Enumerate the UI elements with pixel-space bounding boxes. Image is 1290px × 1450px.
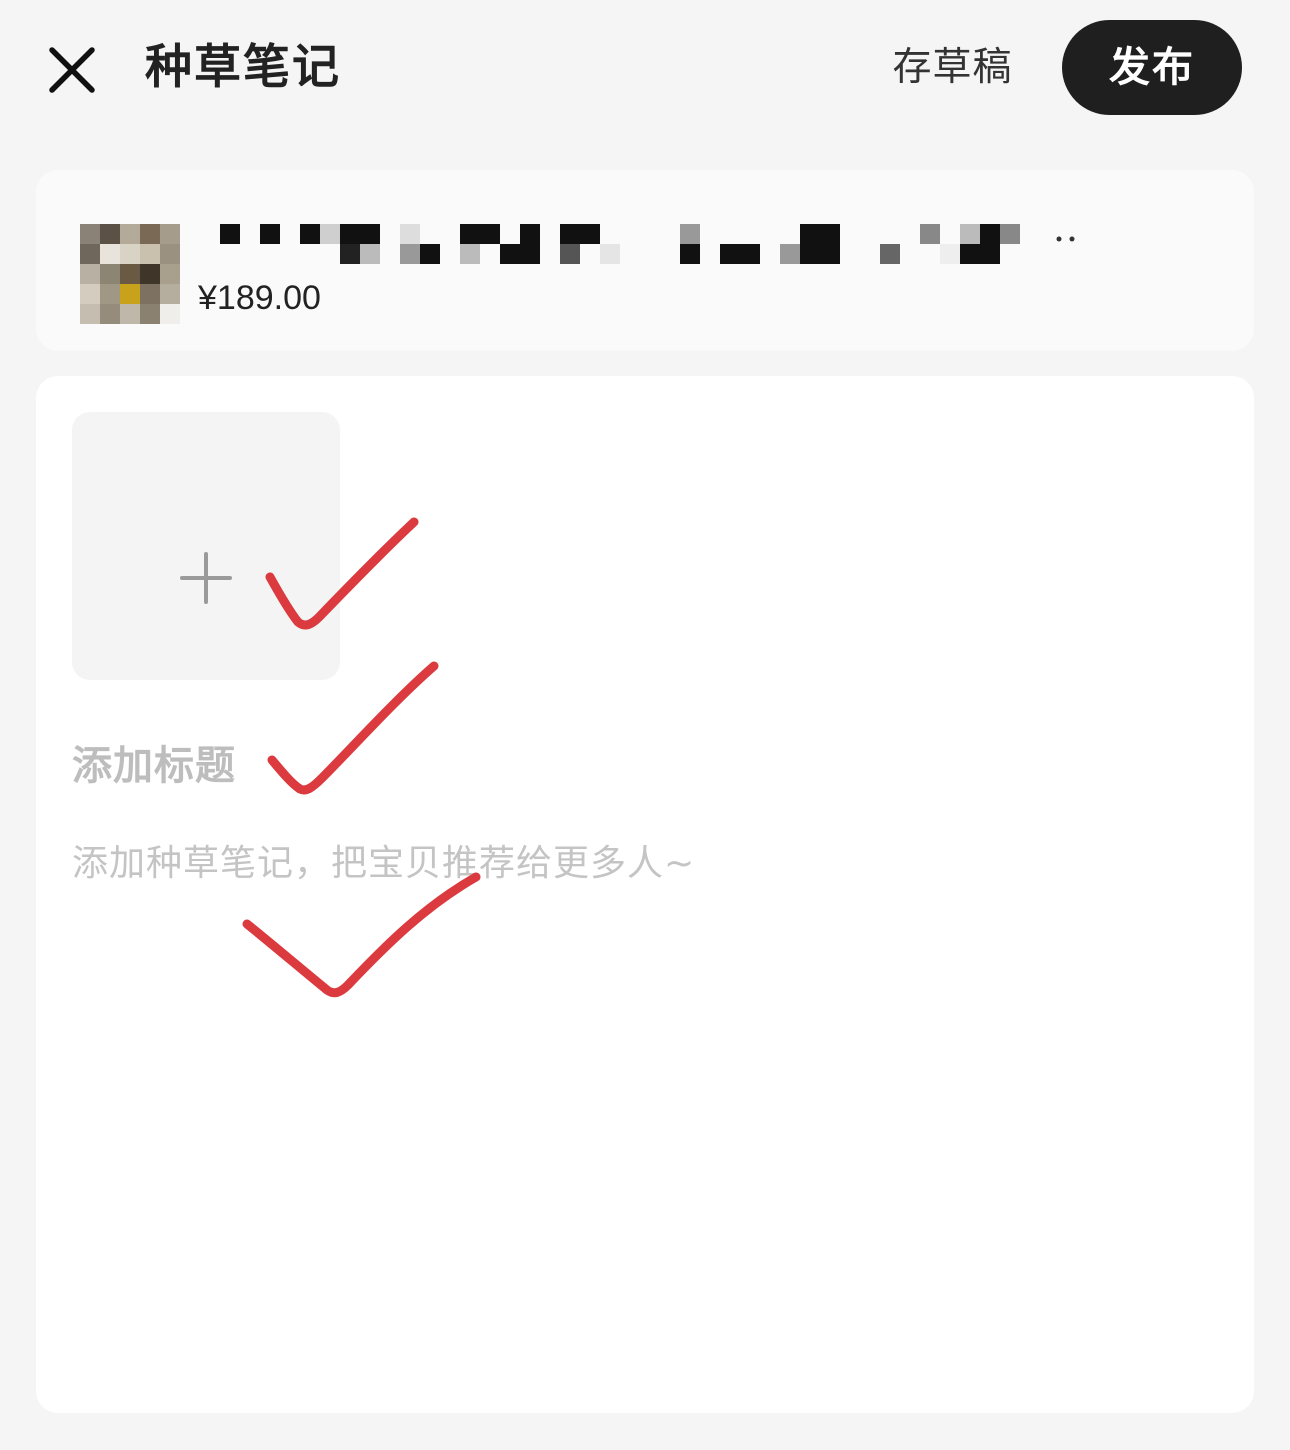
- note-editor: 添加标题 添加种草笔记，把宝贝推荐给更多人~: [36, 376, 1254, 1413]
- close-icon: [49, 47, 95, 93]
- add-image-button[interactable]: [72, 412, 340, 680]
- linked-product-card[interactable]: ¥189.00: [36, 170, 1254, 351]
- plus-icon: [180, 552, 232, 604]
- top-bar: 种草笔记 存草稿 发布: [0, 0, 1290, 140]
- publish-button[interactable]: 发布: [1062, 20, 1242, 115]
- product-price: ¥189.00: [198, 279, 321, 317]
- title-input[interactable]: 添加标题: [72, 736, 1212, 796]
- body-textarea[interactable]: 添加种草笔记，把宝贝推荐给更多人~: [72, 834, 1212, 894]
- page-title: 种草笔记: [145, 40, 341, 95]
- pixelated-text: [220, 224, 1075, 264]
- product-thumbnail: [80, 224, 180, 324]
- close-button[interactable]: [40, 38, 104, 102]
- save-draft-button[interactable]: 存草稿: [880, 36, 1025, 100]
- product-name-blurred: [216, 222, 1086, 264]
